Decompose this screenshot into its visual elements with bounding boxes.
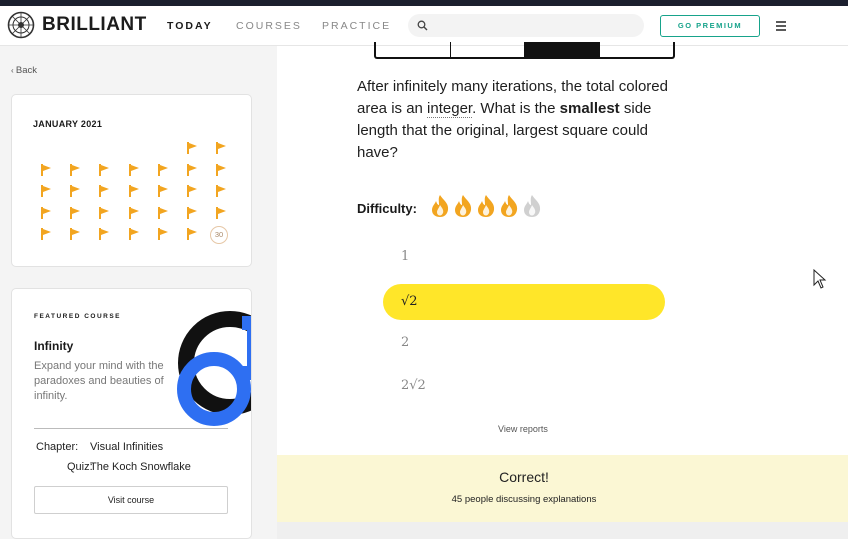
flag-icon[interactable] bbox=[215, 142, 227, 156]
flag-icon[interactable] bbox=[186, 207, 198, 221]
flag-icon[interactable] bbox=[215, 164, 227, 178]
featured-course-description: Expand your mind with the paradoxes and … bbox=[34, 360, 164, 402]
flag-icon[interactable] bbox=[128, 185, 140, 199]
flag-icon[interactable] bbox=[186, 142, 198, 156]
divider bbox=[34, 428, 228, 429]
logo-text[interactable]: BRILLIANT bbox=[42, 14, 147, 36]
flag-icon[interactable] bbox=[69, 164, 81, 178]
chapter-label: Chapter: bbox=[36, 441, 79, 453]
flag-icon[interactable] bbox=[128, 228, 140, 242]
go-premium-button[interactable]: GO PREMIUM bbox=[660, 15, 760, 37]
answer-option-sqrt2-selected[interactable]: √2 bbox=[383, 284, 665, 320]
featured-course-label: FEATURED COURSE bbox=[34, 313, 122, 320]
difficulty-label: Difficulty: bbox=[357, 201, 417, 216]
footer-area bbox=[277, 522, 848, 539]
flame-icon-empty bbox=[524, 195, 541, 217]
nav-courses[interactable]: COURSES bbox=[236, 20, 302, 32]
flag-icon[interactable] bbox=[157, 228, 169, 242]
search-input[interactable] bbox=[408, 14, 644, 37]
flame-icon-filled bbox=[432, 195, 449, 217]
flag-icon[interactable] bbox=[157, 164, 169, 178]
flag-icon[interactable] bbox=[98, 164, 110, 178]
quiz-value: The Koch Snowflake bbox=[90, 461, 191, 473]
mouse-cursor-icon bbox=[813, 269, 827, 289]
flag-icon[interactable] bbox=[69, 207, 81, 221]
main-content: After infinitely many iterations, the to… bbox=[277, 42, 848, 539]
chapter-value: Visual Infinities bbox=[90, 441, 164, 453]
flag-icon[interactable] bbox=[157, 207, 169, 221]
discussion-link[interactable]: 45 people discussing explanations bbox=[277, 494, 771, 505]
view-reports-link[interactable]: View reports bbox=[498, 424, 548, 434]
flag-icon[interactable] bbox=[98, 185, 110, 199]
question-text: After infinitely many iterations, the to… bbox=[357, 78, 668, 161]
nav-practice[interactable]: PRACTICE bbox=[322, 20, 391, 32]
quiz-label: Quiz: bbox=[67, 461, 93, 473]
header: BRILLIANT TODAY COURSES PRACTICE GO PREM… bbox=[0, 6, 848, 46]
flag-icon[interactable] bbox=[128, 164, 140, 178]
flame-icon-filled bbox=[501, 195, 518, 217]
flag-icon[interactable] bbox=[186, 185, 198, 199]
nav-today[interactable]: TODAY bbox=[167, 20, 213, 32]
flag-icon[interactable] bbox=[128, 207, 140, 221]
correct-banner: Correct! 45 people discussing explanatio… bbox=[277, 455, 848, 522]
answer-option-2sqrt2[interactable]: 2√2 bbox=[383, 368, 665, 404]
integer-definition-link[interactable]: integer bbox=[427, 100, 473, 118]
flag-icon[interactable] bbox=[186, 228, 198, 242]
hamburger-menu-icon[interactable] bbox=[771, 18, 791, 34]
calendar-day-30[interactable]: 30 bbox=[210, 226, 228, 244]
visit-course-button[interactable]: Visit course bbox=[34, 486, 228, 514]
flag-icon[interactable] bbox=[98, 228, 110, 242]
featured-course-title[interactable]: Infinity bbox=[34, 339, 73, 353]
flame-icon-filled bbox=[455, 195, 472, 217]
flag-icon[interactable] bbox=[69, 185, 81, 199]
flag-icon[interactable] bbox=[40, 228, 52, 242]
problem-figure bbox=[374, 42, 675, 59]
correct-title: Correct! bbox=[499, 469, 549, 485]
flag-icon[interactable] bbox=[215, 185, 227, 199]
answer-option-2[interactable]: 2 bbox=[383, 325, 665, 361]
calendar-card: JANUARY 2021 30 bbox=[11, 94, 252, 267]
calendar-title: JANUARY 2021 bbox=[33, 119, 103, 129]
flag-icon[interactable] bbox=[40, 207, 52, 221]
flag-icon[interactable] bbox=[157, 185, 169, 199]
answer-option-1[interactable]: 1 bbox=[383, 239, 665, 275]
sidebar: ‹ Back JANUARY 2021 30 FEATURED COURSE I… bbox=[0, 46, 277, 539]
back-link[interactable]: ‹ Back bbox=[11, 65, 37, 76]
infinity-course-illustration bbox=[177, 311, 251, 426]
featured-course-card: FEATURED COURSE Infinity Expand your min… bbox=[11, 288, 252, 539]
search-icon bbox=[417, 20, 428, 31]
flame-icon-filled bbox=[478, 195, 495, 217]
flag-icon[interactable] bbox=[98, 207, 110, 221]
brilliant-logo-icon[interactable] bbox=[7, 11, 35, 39]
back-label: Back bbox=[15, 65, 38, 76]
flag-icon[interactable] bbox=[69, 228, 81, 242]
flag-icon[interactable] bbox=[40, 185, 52, 199]
flag-icon[interactable] bbox=[40, 164, 52, 178]
flag-icon[interactable] bbox=[215, 207, 227, 221]
flag-icon[interactable] bbox=[186, 164, 198, 178]
